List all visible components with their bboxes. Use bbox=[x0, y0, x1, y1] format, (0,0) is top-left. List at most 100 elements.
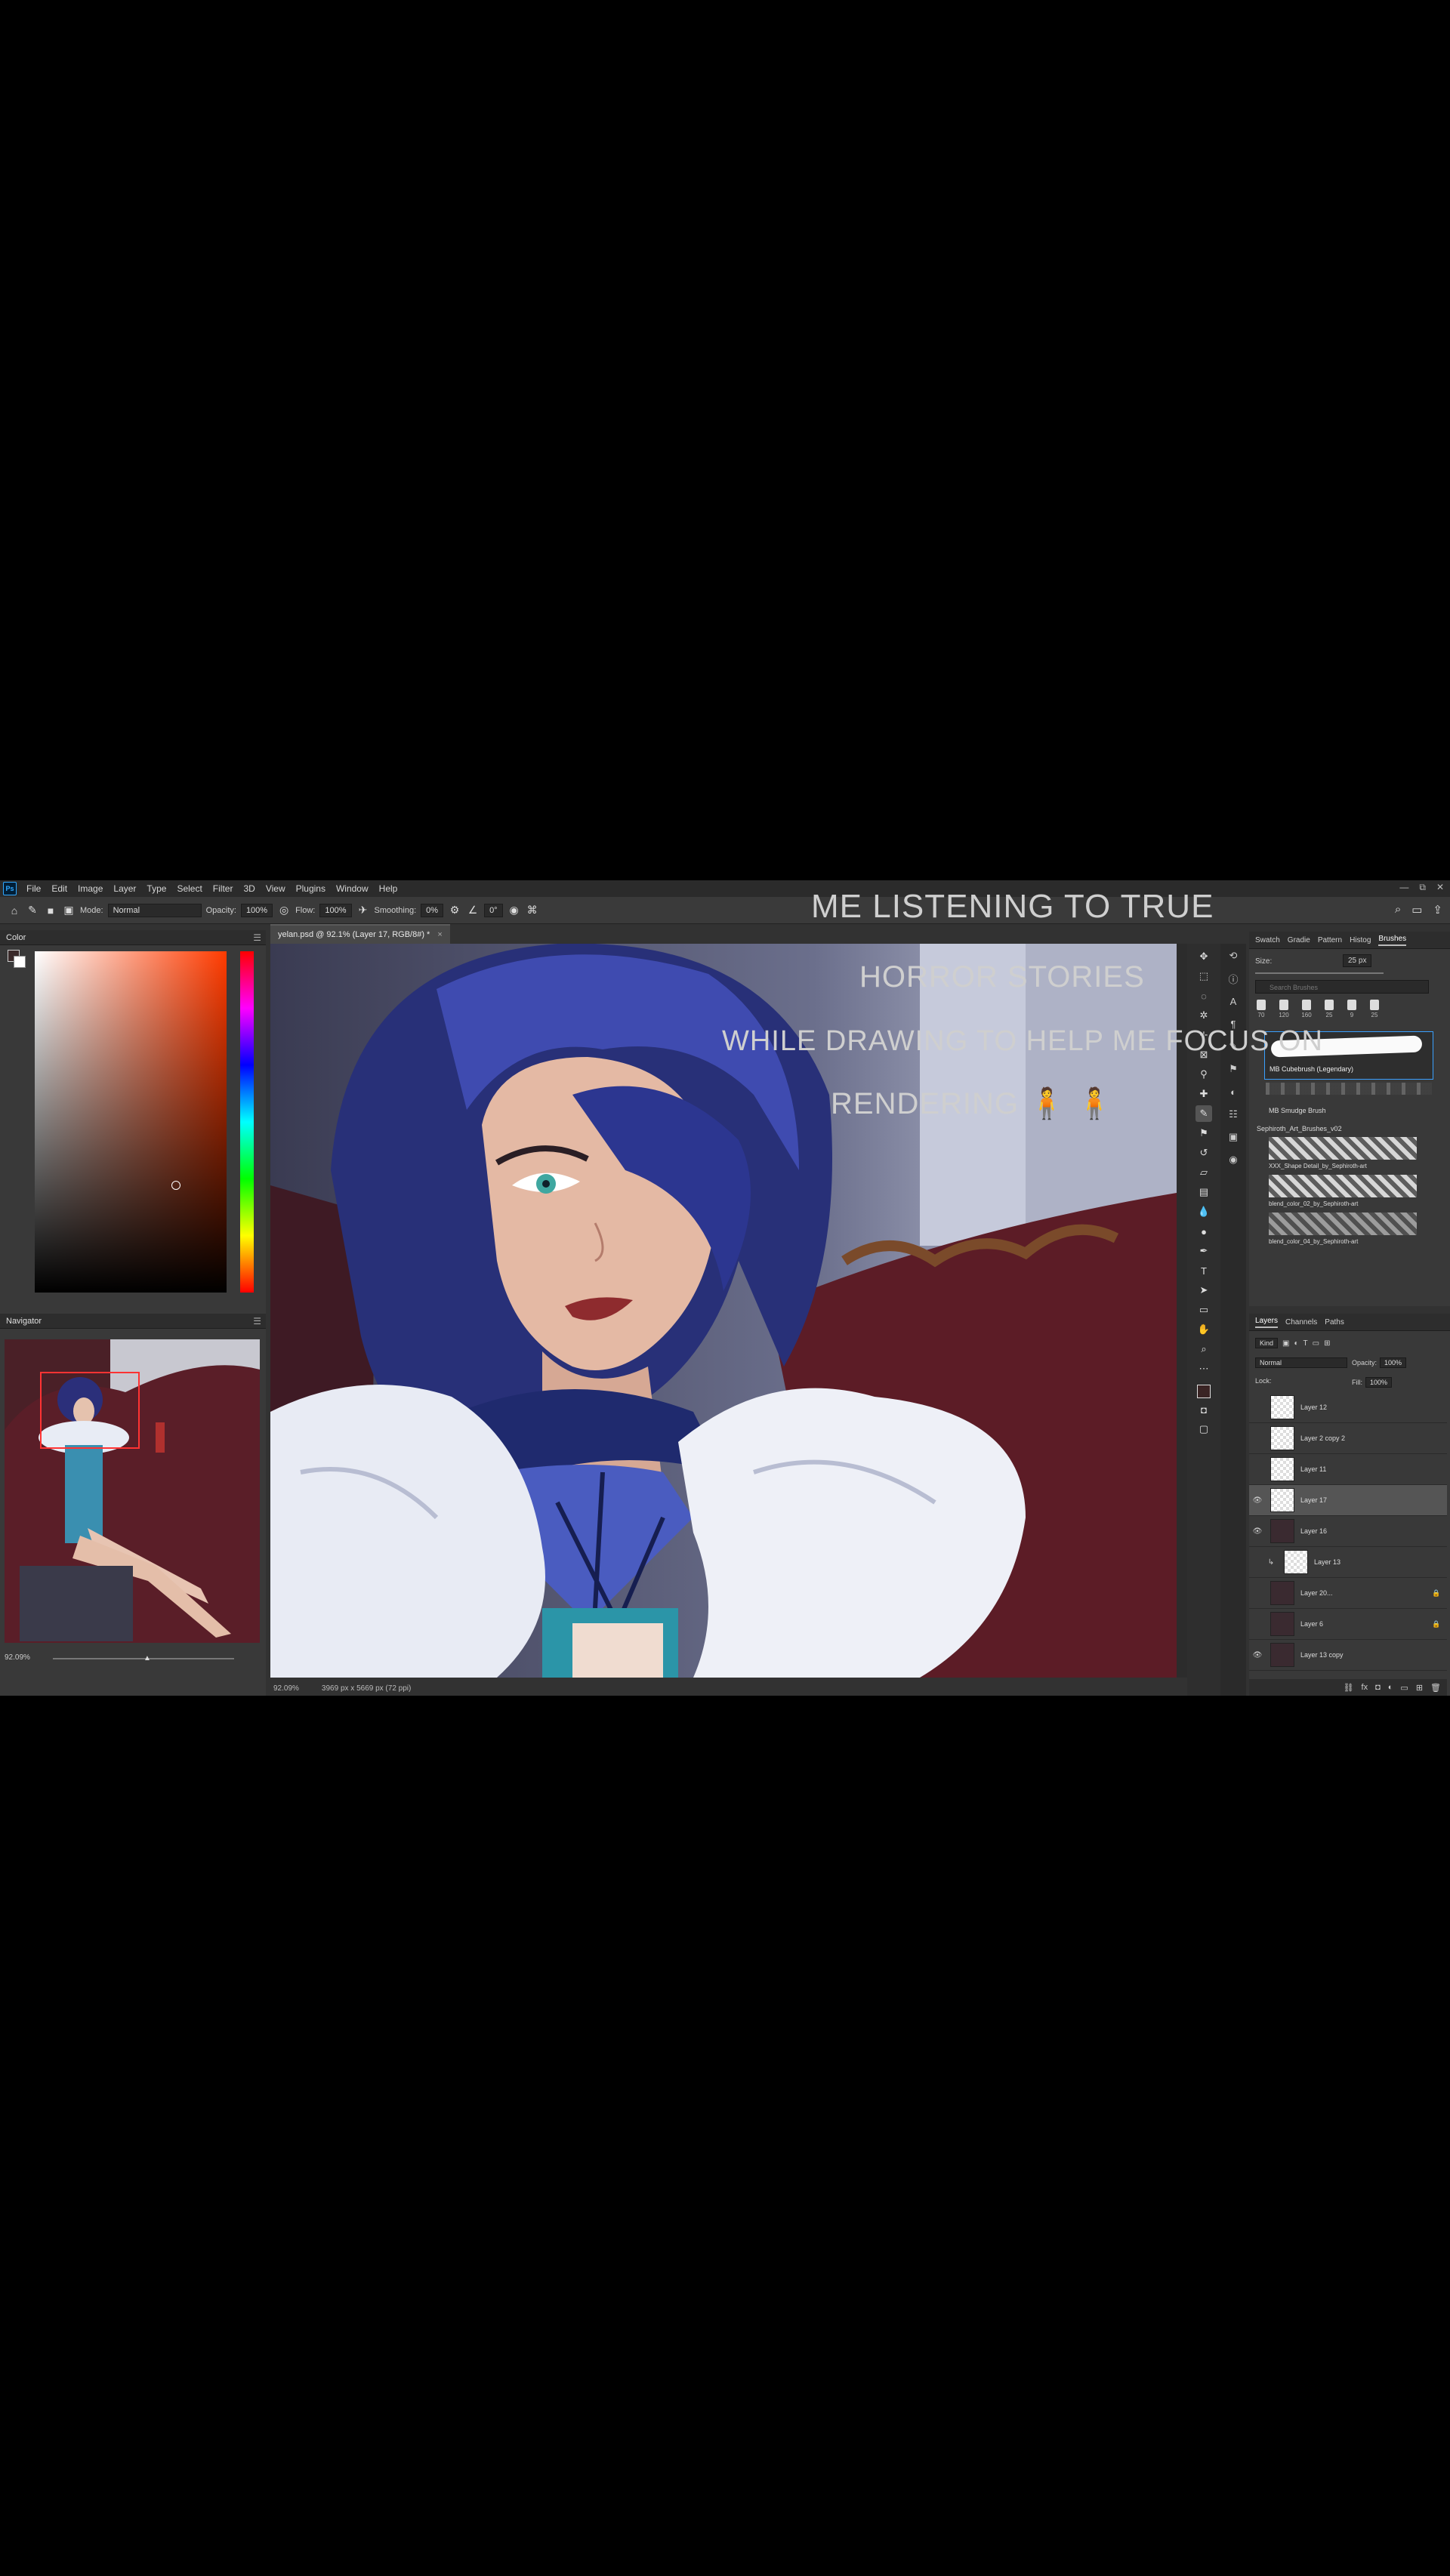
brush-preset[interactable]: 120 bbox=[1278, 1000, 1290, 1024]
menu-layer[interactable]: Layer bbox=[108, 883, 141, 894]
angle-icon[interactable]: ∠ bbox=[466, 904, 480, 917]
menu-filter[interactable]: Filter bbox=[208, 883, 239, 894]
status-zoom[interactable]: 92.09% bbox=[273, 1684, 299, 1693]
type-tool-icon[interactable]: T bbox=[1195, 1262, 1212, 1279]
layer-row[interactable]: ↳ Layer 13 bbox=[1249, 1547, 1447, 1578]
brush-item-name[interactable]: blend_color_04_by_Sephiroth-art bbox=[1269, 1238, 1358, 1245]
dodge-tool-icon[interactable]: ● bbox=[1195, 1223, 1212, 1240]
brush-thumbnail[interactable] bbox=[1269, 1137, 1417, 1160]
restore-button[interactable]: ⧉ bbox=[1419, 882, 1426, 893]
link-layers-icon[interactable]: ⛓ bbox=[1344, 1683, 1354, 1693]
brush-preset[interactable]: 160 bbox=[1300, 1000, 1313, 1024]
eye-icon[interactable]: 👁 bbox=[1249, 1527, 1266, 1536]
brush-preset[interactable]: 25 bbox=[1368, 1000, 1381, 1024]
stamp-tool-icon[interactable]: ⚑ bbox=[1195, 1125, 1212, 1142]
mode-select[interactable]: Normal bbox=[107, 903, 202, 917]
angle-input[interactable]: 0° bbox=[484, 903, 503, 917]
brush-item-name[interactable]: blend_color_02_by_Sephiroth-art bbox=[1269, 1200, 1358, 1207]
hue-slider[interactable] bbox=[240, 951, 254, 1293]
color-picker-marker[interactable] bbox=[171, 1181, 180, 1190]
smoothing-input[interactable]: 0% bbox=[421, 903, 444, 917]
healing-tool-icon[interactable]: ✚ bbox=[1195, 1086, 1212, 1102]
foreground-color-chip[interactable] bbox=[1197, 1385, 1211, 1398]
navigator-zoom-knob[interactable]: ▲ bbox=[143, 1654, 151, 1662]
menu-edit[interactable]: Edit bbox=[46, 883, 72, 894]
eye-icon[interactable]: 👁 bbox=[1249, 1651, 1266, 1659]
airbrush-icon[interactable]: ✈ bbox=[356, 904, 370, 917]
adjustments-panel-icon[interactable]: ◐ bbox=[1226, 1084, 1241, 1099]
home-icon[interactable]: ⌂ bbox=[8, 904, 21, 917]
layer-row[interactable]: 👁 Layer 16 bbox=[1249, 1516, 1447, 1547]
brush-settings-icon[interactable]: ▣ bbox=[62, 904, 76, 917]
close-tab-icon[interactable]: × bbox=[437, 930, 442, 939]
layer-opacity-input[interactable]: 100% bbox=[1380, 1357, 1407, 1368]
layer-row[interactable]: Layer 20... 🔒 bbox=[1249, 1578, 1447, 1609]
brush-thumbnail[interactable] bbox=[1269, 1213, 1417, 1235]
marquee-tool-icon[interactable]: ⬚ bbox=[1195, 968, 1212, 984]
history-brush-tool-icon[interactable]: ↺ bbox=[1195, 1145, 1212, 1161]
brush-group-folder[interactable]: Sephiroth_Art_Brushes_v02 bbox=[1257, 1125, 1342, 1132]
add-mask-icon[interactable]: ◘ bbox=[1375, 1683, 1381, 1692]
brush-tool-icon[interactable]: ✎ bbox=[26, 904, 39, 917]
navigator-thumbnail[interactable] bbox=[5, 1339, 260, 1643]
styles-panel-icon[interactable]: ◉ bbox=[1226, 1152, 1241, 1167]
brush-item-name[interactable]: MB Smudge Brush bbox=[1269, 1107, 1326, 1114]
filter-type-icon[interactable]: T bbox=[1303, 1339, 1308, 1348]
search-icon[interactable]: ⌕ bbox=[1395, 903, 1401, 917]
minimize-button[interactable]: — bbox=[1399, 882, 1408, 893]
layer-row-selected[interactable]: 👁 Layer 17 bbox=[1249, 1485, 1447, 1516]
layer-kind-filter[interactable]: Kind bbox=[1255, 1338, 1279, 1348]
lasso-tool-icon[interactable]: ◌ bbox=[1195, 988, 1212, 1004]
zoom-tool-icon[interactable]: ⌕ bbox=[1195, 1341, 1212, 1357]
menu-view[interactable]: View bbox=[261, 883, 291, 894]
menu-3d[interactable]: 3D bbox=[238, 883, 260, 894]
brush-preset[interactable]: 9 bbox=[1346, 1000, 1358, 1024]
workspace-icon[interactable]: ▭ bbox=[1411, 903, 1422, 917]
quick-mask-icon[interactable]: ◘ bbox=[1195, 1401, 1212, 1418]
layer-row[interactable]: 👁 Layer 13 copy bbox=[1249, 1640, 1447, 1671]
menu-window[interactable]: Window bbox=[331, 883, 374, 894]
tab-patterns[interactable]: Pattern bbox=[1318, 936, 1342, 944]
brush-tool-icon[interactable]: ✎ bbox=[1195, 1105, 1212, 1122]
background-color-swatch[interactable] bbox=[14, 956, 26, 968]
gear-icon[interactable]: ⚙ bbox=[448, 904, 461, 917]
tab-swatches[interactable]: Swatch bbox=[1255, 936, 1280, 944]
layer-fill-input[interactable]: 100% bbox=[1365, 1377, 1393, 1388]
brush-preset-icon[interactable]: ■ bbox=[44, 904, 57, 917]
panel-menu-icon[interactable]: ☰ bbox=[253, 932, 261, 943]
pressure-size-icon[interactable]: ◉ bbox=[508, 904, 521, 917]
filter-pixel-icon[interactable]: ▣ bbox=[1282, 1339, 1289, 1348]
eye-icon[interactable]: 👁 bbox=[1249, 1496, 1266, 1505]
menu-file[interactable]: File bbox=[21, 883, 46, 894]
delete-layer-icon[interactable]: 🗑 bbox=[1430, 1683, 1441, 1693]
brush-size-input[interactable]: 25 px bbox=[1343, 954, 1372, 967]
info-panel-icon[interactable]: ⓘ bbox=[1226, 971, 1241, 986]
tab-gradients[interactable]: Gradie bbox=[1288, 936, 1310, 944]
document-tab[interactable]: yelan.psd @ 92.1% (Layer 17, RGB/8#) * × bbox=[270, 924, 450, 944]
shape-tool-icon[interactable]: ▭ bbox=[1195, 1302, 1212, 1318]
menu-type[interactable]: Type bbox=[141, 883, 171, 894]
eraser-tool-icon[interactable]: ▱ bbox=[1195, 1164, 1212, 1181]
move-tool-icon[interactable]: ✥ bbox=[1195, 948, 1212, 965]
layer-row[interactable]: Layer 2 copy 2 bbox=[1249, 1423, 1447, 1454]
new-layer-icon[interactable]: ⊞ bbox=[1416, 1683, 1423, 1693]
flow-input[interactable]: 100% bbox=[319, 903, 352, 917]
tab-brushes[interactable]: Brushes bbox=[1378, 935, 1407, 946]
navigator-zoom-value[interactable]: 92.09% bbox=[5, 1653, 30, 1662]
panel-menu-icon[interactable]: ☰ bbox=[253, 1316, 261, 1327]
menu-plugins[interactable]: Plugins bbox=[291, 883, 331, 894]
path-selection-tool-icon[interactable]: ➤ bbox=[1195, 1282, 1212, 1299]
tab-histogram[interactable]: Histog bbox=[1350, 936, 1371, 944]
layer-row[interactable]: Layer 12 bbox=[1249, 1392, 1447, 1423]
share-icon[interactable]: ⇪ bbox=[1433, 903, 1442, 917]
clone-source-panel-icon[interactable]: ⚑ bbox=[1226, 1062, 1241, 1077]
hand-tool-icon[interactable]: ✋ bbox=[1195, 1321, 1212, 1338]
saturation-brightness-picker[interactable] bbox=[35, 951, 227, 1293]
tab-paths[interactable]: Paths bbox=[1325, 1318, 1344, 1327]
new-group-icon[interactable]: ▭ bbox=[1400, 1683, 1408, 1693]
blur-tool-icon[interactable]: 💧 bbox=[1195, 1203, 1212, 1220]
brush-item-name[interactable]: XXX_Shape Detail_by_Sephiroth-art bbox=[1269, 1163, 1367, 1169]
eyedropper-tool-icon[interactable]: ⚲ bbox=[1195, 1066, 1212, 1083]
tab-layers[interactable]: Layers bbox=[1255, 1317, 1279, 1328]
brush-search-input[interactable]: Search Brushes bbox=[1255, 980, 1429, 994]
